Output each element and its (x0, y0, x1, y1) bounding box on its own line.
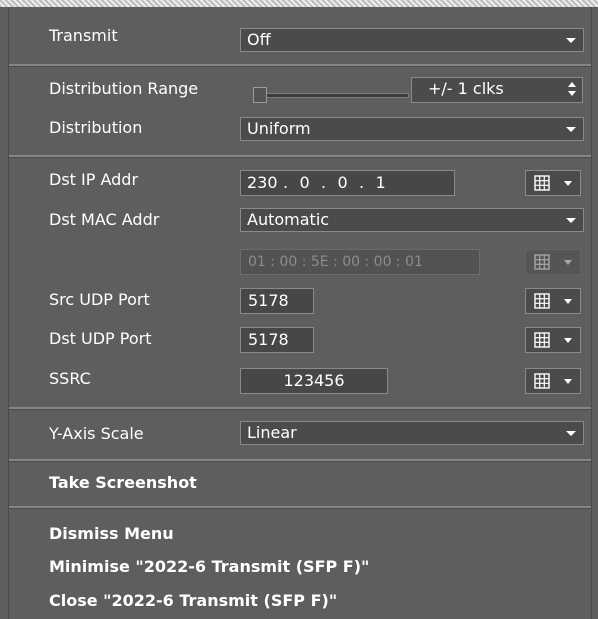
chevron-down-icon (564, 379, 572, 384)
grid-icon (534, 332, 550, 348)
grid-icon (534, 373, 550, 389)
dst-udp-label: Dst UDP Port (49, 329, 152, 348)
distribution-range-slider-track[interactable] (261, 93, 409, 98)
chevron-down-icon (566, 218, 576, 223)
distribution-label: Distribution (49, 118, 143, 137)
separator (9, 155, 591, 158)
distribution-dropdown[interactable]: Uniform (240, 117, 584, 141)
ssrc-value: 123456 (283, 371, 345, 390)
separator (9, 407, 591, 410)
dst-mac-address-value: 01 : 00 : 5E : 00 : 00 : 01 (248, 254, 423, 270)
distribution-range-spinbox[interactable]: +/- 1 clks (411, 77, 583, 103)
minimise-window-menu-item[interactable]: Minimise "2022-6 Transmit (SFP F)" (49, 557, 369, 576)
grid-icon (534, 293, 550, 309)
y-axis-scale-dropdown[interactable]: Linear (240, 421, 584, 445)
distribution-range-slider-handle[interactable] (253, 87, 267, 103)
ip-octet-3: 0 (337, 173, 348, 192)
context-menu-panel: Transmit Off Distribution Range +/- 1 cl… (8, 7, 592, 619)
dismiss-menu-item[interactable]: Dismiss Menu (49, 524, 174, 543)
ssrc-input[interactable]: 123456 (240, 368, 388, 394)
separator (9, 64, 591, 67)
ip-octet-4: 1 (375, 173, 386, 192)
transmit-dropdown[interactable]: Off (240, 28, 584, 52)
ip-octet-1: 230 (247, 173, 278, 192)
ip-octet-2: 0 (299, 173, 310, 192)
chevron-down-icon (566, 127, 576, 132)
src-udp-input[interactable]: 5178 (240, 288, 314, 314)
dst-udp-value: 5178 (248, 330, 289, 349)
src-udp-value: 5178 (248, 291, 289, 310)
dst-udp-input[interactable]: 5178 (240, 327, 314, 353)
close-window-menu-item[interactable]: Close "2022-6 Transmit (SFP F)" (49, 591, 337, 610)
take-screenshot-menu-item[interactable]: Take Screenshot (49, 473, 197, 492)
ssrc-label: SSRC (49, 369, 91, 388)
dst-ip-input[interactable]: 230. 0. 0. 1 (240, 170, 455, 196)
dst-mac-mode-dropdown[interactable]: Automatic (240, 208, 584, 232)
distribution-range-value: +/- 1 clks (428, 79, 504, 98)
chevron-down-icon (566, 431, 576, 436)
dst-mac-mode-value: Automatic (247, 210, 330, 229)
dst-udp-picker-button[interactable] (525, 327, 581, 353)
y-axis-scale-label: Y-Axis Scale (49, 424, 144, 443)
spin-arrows-icon[interactable] (567, 82, 577, 98)
dst-ip-label: Dst IP Addr (49, 170, 139, 189)
dst-mac-picker-button (525, 249, 581, 275)
separator (9, 459, 591, 462)
transmit-label: Transmit (49, 26, 118, 45)
grid-icon (534, 254, 550, 270)
grid-icon (534, 175, 550, 191)
src-udp-label: Src UDP Port (49, 290, 150, 309)
window-top-strip (0, 0, 598, 7)
chevron-down-icon (564, 338, 572, 343)
chevron-down-icon (564, 299, 572, 304)
ip-separator: . (283, 173, 289, 192)
distribution-value: Uniform (247, 119, 311, 138)
ssrc-picker-button[interactable] (525, 368, 581, 394)
distribution-range-label: Distribution Range (49, 79, 199, 98)
chevron-down-icon (564, 181, 572, 186)
src-udp-picker-button[interactable] (525, 288, 581, 314)
separator (9, 506, 591, 509)
dst-mac-address-input: 01 : 00 : 5E : 00 : 00 : 01 (240, 249, 480, 275)
ip-separator: . (321, 173, 327, 192)
dst-mac-label: Dst MAC Addr (49, 210, 160, 229)
dst-ip-picker-button[interactable] (525, 170, 581, 196)
y-axis-scale-value: Linear (247, 423, 297, 442)
ip-separator: . (359, 173, 365, 192)
chevron-down-icon (564, 260, 572, 265)
chevron-down-icon (566, 38, 576, 43)
transmit-value: Off (247, 30, 271, 49)
